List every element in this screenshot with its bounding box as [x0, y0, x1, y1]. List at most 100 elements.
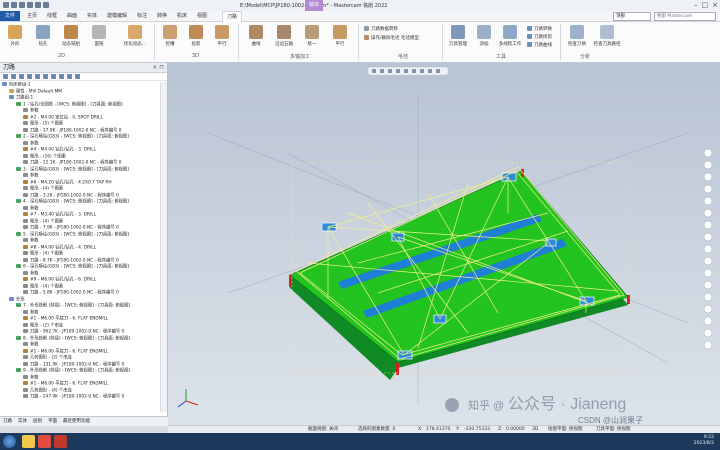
print-icon[interactable] — [27, 2, 33, 8]
tree-node[interactable]: 参数 — [23, 205, 39, 212]
tree-node[interactable]: 图形 - (16) 个图素 — [23, 153, 66, 160]
stock-model-button[interactable]: 操作/删除毛坯 毛坯模型 — [364, 35, 419, 41]
view-toolbar[interactable] — [703, 148, 713, 350]
parallel-3d-button[interactable]: 平行 — [209, 25, 235, 47]
multithread-button[interactable]: 多线程工作 — [497, 25, 523, 47]
tree-node[interactable]: #2 - M4.00 定位钻 - 0. SPOT DRILL — [23, 114, 103, 121]
tree-node[interactable]: 图形 - (2) 个串连 — [23, 322, 63, 329]
tree-node[interactable]: 参数 — [23, 309, 39, 316]
tab-solids-panel[interactable]: 实体 — [18, 417, 27, 426]
redo-icon[interactable] — [43, 2, 49, 8]
regen-icon[interactable] — [11, 74, 16, 79]
tree-node[interactable]: #7 - M3.40 钻孔/钻孔 - 3. DRILL — [23, 212, 96, 218]
swarf-button[interactable]: 沿边五轴 — [271, 25, 297, 47]
dynamic-mill-button[interactable]: 动态铣削 — [58, 25, 84, 47]
tree-node[interactable]: 2 - 深孔啄钻(G83) - [WCS: 俯视图] - [刀具面: 俯视图] — [16, 134, 129, 140]
contour-button[interactable]: 外形 — [2, 25, 28, 47]
maximize-icon[interactable]: □ — [702, 1, 709, 10]
save-icon[interactable] — [19, 2, 25, 8]
tree-node[interactable]: #6 - M4.20 钻孔/钻孔 - 4.2X0.7 TAP RH — [23, 179, 112, 186]
tree-node[interactable]: 参数 — [23, 140, 39, 147]
minimize-icon[interactable]: – — [694, 1, 698, 10]
select-all-icon[interactable] — [3, 74, 8, 79]
tree-node[interactable]: 刀路 - 17.9K - JP180-1002-0.NC - 程序编号 0 — [23, 127, 122, 134]
tree-node[interactable]: #1 - M6.00 平底刀 - 6. FLAT ENDMILL — [23, 348, 108, 355]
drill-button[interactable]: 钻孔 — [30, 25, 56, 47]
tab-surfaces[interactable]: 曲面 — [67, 11, 77, 21]
tab-model-prep[interactable]: 建模编辑 — [107, 11, 127, 21]
tree-node[interactable]: #1 - M6.00 平底刀 - 6. FLAT ENDMILL — [23, 381, 108, 387]
tool-manager-button[interactable]: 刀具管理 — [445, 25, 471, 47]
check-holder-button[interactable]: 检查刀柄 — [564, 25, 590, 47]
tree-node[interactable]: 3 - 深孔啄钻(G83) - [WCS: 俯视图] - [刀具面: 俯视图] — [16, 166, 129, 173]
undo-icon[interactable] — [35, 2, 41, 8]
view-selector[interactable]: 顶部 — [613, 12, 651, 21]
tree-node[interactable]: 刀路 - 7.9K - JP180-1002-0.NC - 程序编号 0 — [23, 225, 119, 231]
tree-node[interactable]: 属性 - Mill Default MM — [9, 88, 62, 95]
tree-node[interactable]: 7 - 外形铣削 (斜插) - [WCS: 俯视图] - [刀具面: 俯视图] — [16, 303, 130, 309]
project-button[interactable]: 投影 — [183, 25, 209, 47]
tab-drafting[interactable]: 标注 — [137, 11, 147, 21]
tab-toolpaths-panel[interactable]: 刀路 — [3, 417, 12, 426]
tree-node[interactable]: #1 - M6.00 平底刀 - 6. FLAT ENDMILL — [23, 316, 108, 322]
tree-scrollbar[interactable] — [160, 82, 167, 412]
tree-node[interactable]: 图形 - (5) 个图素 — [23, 121, 63, 127]
browser-icon[interactable] — [38, 435, 51, 448]
tab-solids[interactable]: 实体 — [87, 11, 97, 21]
toggle-display-icon[interactable] — [75, 74, 80, 79]
tree-node[interactable]: 参数 — [23, 173, 39, 179]
highfeed-icon[interactable] — [51, 74, 56, 79]
mastercam-taskbar-icon[interactable] — [54, 435, 67, 448]
tree-node[interactable]: 刀路 - 5.8K - JP180-1002-0.NC - 程序编号 0 — [23, 290, 119, 296]
tree-node[interactable]: 刀路 - 131.0K - JP180-1002-0.NC - 程序编号 0 — [23, 361, 124, 368]
tree-node[interactable]: 图形 - (4) 个图素 — [23, 186, 63, 192]
parallel-multi-button[interactable]: 平行 — [327, 25, 353, 47]
curve-button[interactable]: 曲线 — [243, 25, 269, 47]
tree-node[interactable]: 图形 - (4) 个图素 — [23, 283, 63, 290]
toolpath-transfer-button[interactable]: 刀路数据转移 — [364, 26, 398, 32]
tree-node[interactable]: 6 - 深孔啄钻(G83) - [WCS: 俯视图] - [刀具面: 俯视图] — [16, 264, 129, 270]
tab-levels-panel[interactable]: 层别 — [33, 417, 42, 426]
add-button[interactable]: 添加 — [471, 25, 497, 47]
simulate-icon[interactable] — [35, 74, 40, 79]
open-icon[interactable] — [11, 2, 17, 8]
lock-icon[interactable] — [67, 74, 72, 79]
tree-node[interactable]: 刀路 - 962.7K - JP180-1002-0.NC - 程序编号 0 — [23, 329, 124, 335]
tree-node[interactable]: 1 - 钻孔/全圆铣 - [WCS: 俯视图] - [刀具面: 俯视图] — [16, 101, 123, 108]
pocket-button[interactable]: 挖槽 — [157, 25, 183, 47]
tab-view[interactable]: 视图 — [197, 11, 207, 21]
tree-node[interactable]: 参数 — [23, 374, 39, 381]
tree-node[interactable]: 图形 - (4) 个图素 — [23, 218, 63, 225]
tree-node[interactable]: 几何图形 - (4) 个串连 — [23, 387, 72, 394]
tree-node[interactable]: #9 - M6.00 钻孔/钻孔 - 6. DRILL — [23, 277, 96, 283]
quick-access-toolbar[interactable] — [3, 2, 49, 8]
unified-button[interactable]: 统一 — [299, 25, 325, 47]
graphics-viewport[interactable]: 知乎 @ 公众号 · Jianeng CSDN @山涧果子 — [168, 63, 720, 425]
optirough-button[interactable]: 优化动态... — [118, 25, 152, 47]
tab-transform[interactable]: 转换 — [157, 11, 167, 21]
verify-icon[interactable] — [27, 74, 32, 79]
toolpath-tree[interactable]: 机床群组-1 属性 - Mill Default MM 刀路组-1 1 - 钻孔/全圆… — [0, 82, 160, 412]
tab-machine[interactable]: 机床 — [177, 11, 187, 21]
transform-toolpath-button[interactable]: 刀路转换 — [527, 26, 552, 32]
close-panel-icon[interactable]: × ⊓ — [152, 63, 164, 72]
face-button[interactable]: 面铣 — [86, 25, 112, 47]
tree-node[interactable]: 图形 - (4) 个图素 — [23, 251, 63, 257]
tree-node[interactable]: 参数 — [23, 270, 39, 277]
tree-node[interactable]: 4 - 深孔啄钻(G83) - [WCS: 俯视图] - [刀具面: 俯视图] — [16, 199, 129, 205]
tree-node[interactable]: 刀路 - 247.0K - JP180-1002-0.NC - 程序编号 0 — [23, 394, 124, 400]
explorer-icon[interactable] — [22, 435, 35, 448]
tree-node[interactable]: 参数 — [23, 342, 39, 348]
tree-node[interactable]: 几何图形 - (2) 个串连 — [23, 355, 72, 361]
tree-node[interactable]: 刀路组-1 — [9, 95, 33, 101]
post-icon[interactable] — [43, 74, 48, 79]
check-toolpath-button[interactable]: 检查刀具路径 — [592, 25, 622, 47]
start-button-icon[interactable] — [3, 435, 16, 448]
tree-node[interactable]: 刀路 - 12.1K - JP180-1002-0.NC - 程序编号 0 — [23, 160, 122, 166]
tree-node[interactable]: 参数 — [23, 238, 39, 244]
tab-planes-panel[interactable]: 平面 — [48, 417, 57, 426]
tree-node[interactable]: 机床群组-1 — [2, 82, 30, 88]
tree-node[interactable]: 外形 — [9, 296, 25, 303]
tree-node[interactable]: 9 - 外形铣削 (斜插) - [WCS: 俯视图] - [刀具面: 俯视图] — [16, 368, 130, 374]
tree-node[interactable]: 8 - 外形铣削 (斜插) - [WCS: 俯视图] - [刀具面: 俯视图] — [16, 335, 130, 342]
